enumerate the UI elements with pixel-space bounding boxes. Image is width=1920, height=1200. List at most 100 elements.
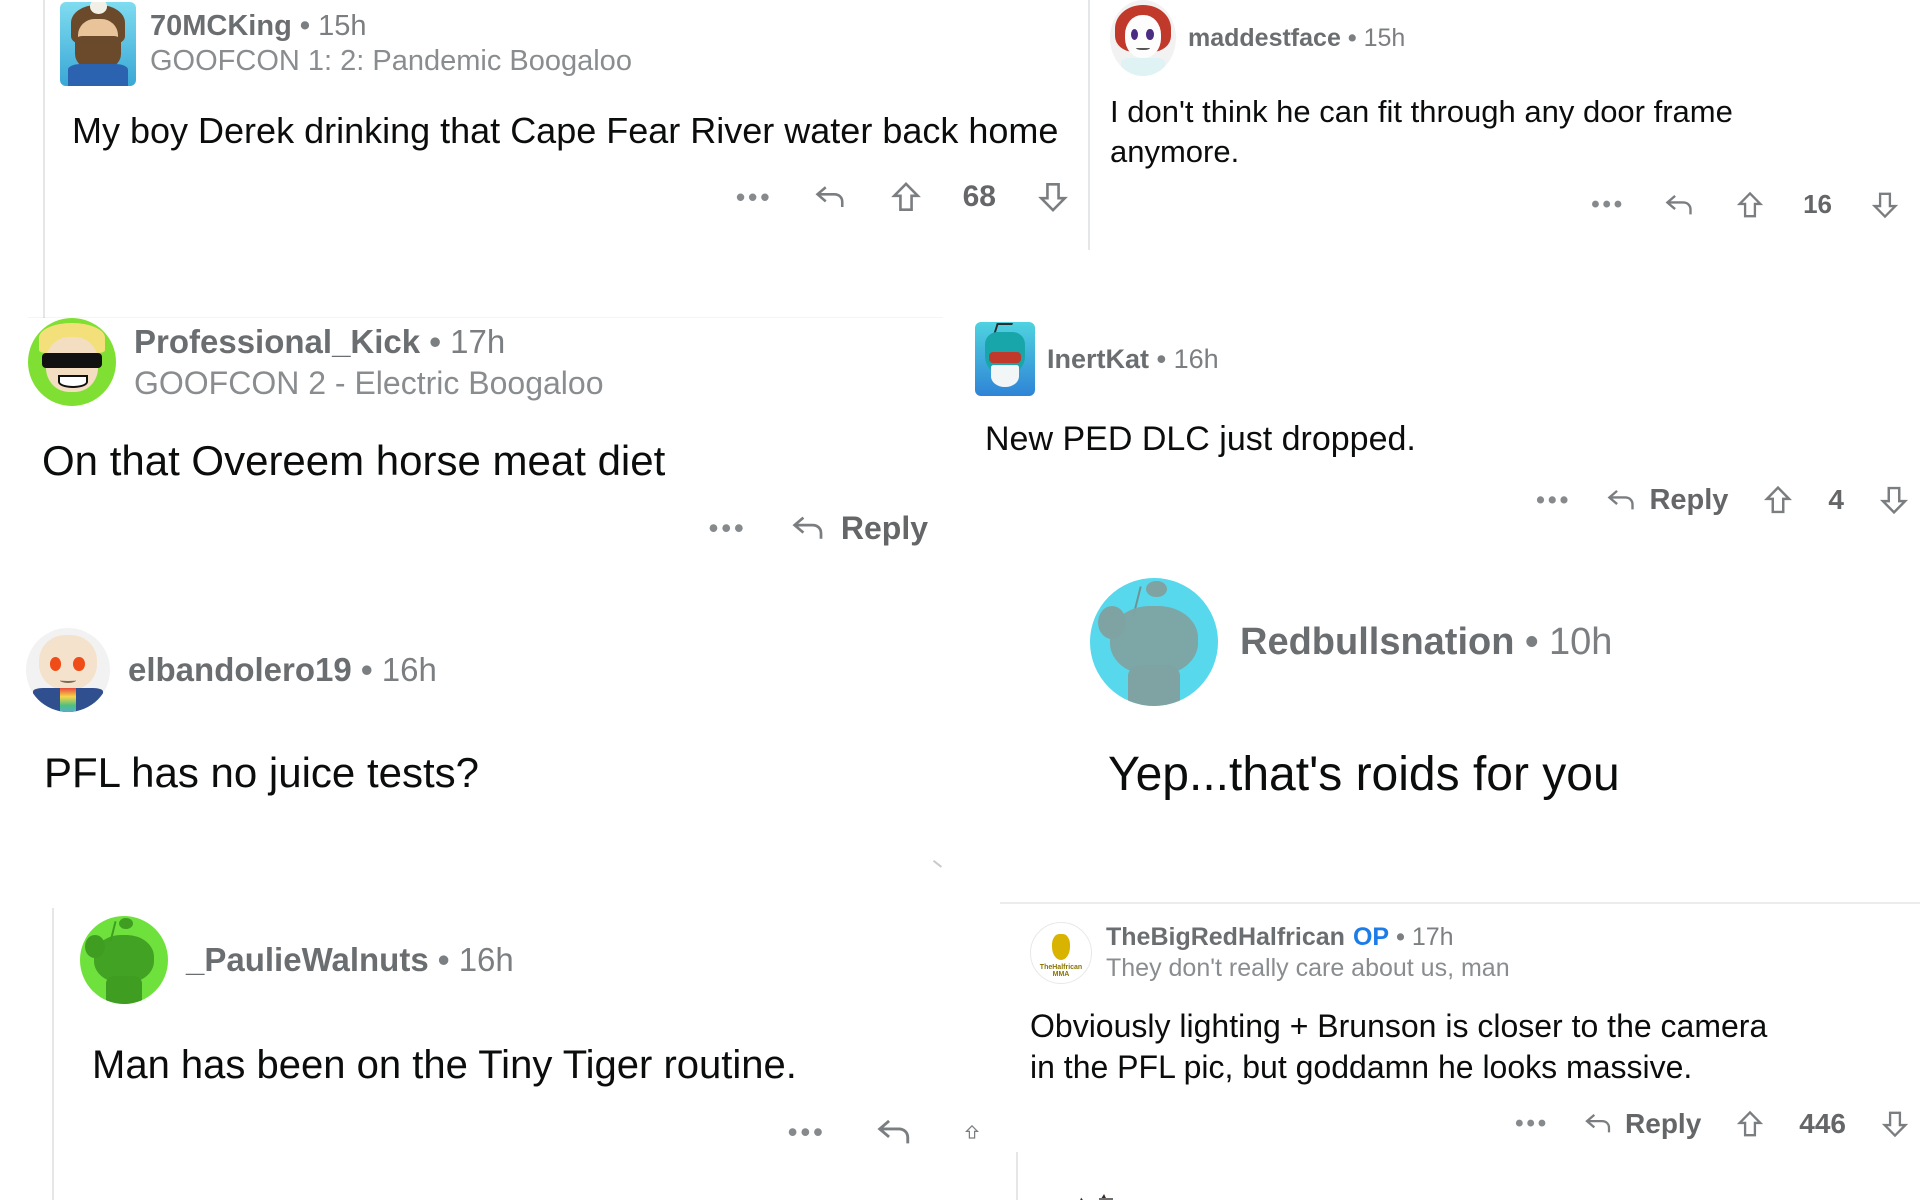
upvote-arrow-icon[interactable] bbox=[1735, 1109, 1765, 1139]
comment-body: Obviously lighting + Brunson is closer t… bbox=[1030, 1006, 1920, 1088]
upvote-arrow-icon[interactable] bbox=[964, 1115, 980, 1149]
comment-thebigredhalfrican[interactable]: TheHalfrican MMA TheBigRedHalfrican OP •… bbox=[1030, 922, 1920, 1182]
meta-bullet: • bbox=[1525, 620, 1539, 663]
comment-author[interactable]: _PaulieWalnuts bbox=[186, 941, 429, 979]
comment-actions: ••• Reply 4 bbox=[975, 484, 1910, 517]
comment-header: _PaulieWalnuts • 16h bbox=[80, 916, 990, 1004]
reply-button[interactable]: Reply bbox=[1605, 484, 1728, 517]
comment-body: Man has been on the Tiny Tiger routine. bbox=[92, 1043, 797, 1087]
downvote-arrow-icon[interactable] bbox=[1880, 1109, 1910, 1139]
comment-age: 15h bbox=[318, 10, 367, 42]
thread-line-right-top bbox=[1088, 0, 1090, 250]
comment-author[interactable]: Redbullsnation bbox=[1240, 621, 1514, 664]
comment-author[interactable]: maddestface bbox=[1188, 24, 1341, 53]
comment-age: 16h bbox=[458, 941, 514, 978]
reply-arrow-icon[interactable] bbox=[1663, 191, 1697, 219]
downvote-arrow-icon[interactable] bbox=[1036, 180, 1070, 214]
thread-line-paulie bbox=[52, 908, 54, 1200]
meta-bullet: • bbox=[360, 651, 373, 688]
upvote-arrow-icon[interactable] bbox=[889, 180, 923, 214]
meta-bullet: • bbox=[299, 10, 311, 42]
downvote-arrow-icon[interactable] bbox=[1878, 484, 1910, 516]
reply-arrow-icon[interactable] bbox=[813, 182, 849, 212]
inertkat-avatar[interactable] bbox=[975, 322, 1035, 396]
comment-70mcking[interactable]: 70MCKing • 15h GOOFCON 1: 2: Pandemic Bo… bbox=[60, 0, 1090, 300]
comment-author[interactable]: InertKat bbox=[1047, 344, 1149, 375]
redbullsnation-avatar[interactable] bbox=[1090, 578, 1218, 706]
comment-actions: ••• bbox=[80, 1115, 980, 1149]
comment-body: My boy Derek drinking that Cape Fear Riv… bbox=[72, 110, 1059, 151]
comment-header: Redbullsnation • 10h bbox=[1090, 578, 1920, 706]
comment-author[interactable]: 70MCKing bbox=[150, 10, 292, 43]
comment-actions: ••• Reply bbox=[28, 510, 928, 547]
upvote-arrow-icon[interactable] bbox=[1762, 484, 1794, 516]
comment-body: New PED DLC just dropped. bbox=[985, 420, 1416, 458]
elbandolero19-avatar[interactable] bbox=[26, 628, 110, 712]
70mcking-avatar[interactable] bbox=[60, 2, 136, 86]
more-options-icon[interactable]: ••• bbox=[1515, 1110, 1549, 1138]
comment-author[interactable]: Professional_Kick bbox=[134, 323, 420, 361]
thread-line-right-bottom bbox=[1016, 1152, 1018, 1200]
more-options-icon[interactable]: ••• bbox=[736, 182, 773, 213]
comment-header: 70MCKing • 15h GOOFCON 1: 2: Pandemic Bo… bbox=[60, 0, 1090, 86]
reply-arrow-icon bbox=[1608, 490, 1635, 510]
comment-body: On that Overeem horse meat diet bbox=[42, 437, 666, 484]
reply-label: Reply bbox=[1625, 1107, 1702, 1139]
comment-age: 16h bbox=[1173, 343, 1219, 374]
professional-kick-avatar[interactable] bbox=[28, 318, 116, 406]
reply-button[interactable]: Reply bbox=[789, 510, 928, 547]
meta-bullet: • bbox=[1396, 923, 1405, 951]
avatar-label-line2: MMA bbox=[1052, 970, 1070, 978]
reply-button[interactable]: Reply bbox=[1583, 1108, 1701, 1140]
reply-label: Reply bbox=[840, 509, 928, 546]
meta-bullet: • bbox=[429, 322, 441, 360]
comment-pauliewalnuts[interactable]: _PaulieWalnuts • 16h Man has been on the… bbox=[80, 916, 990, 1200]
pauliewalnuts-avatar[interactable] bbox=[80, 916, 168, 1004]
comment-body-line-1: Obviously lighting + Brunson is closer t… bbox=[1030, 1008, 1768, 1044]
comment-body-line-2: in the PFL pic, but goddamn he looks mas… bbox=[1030, 1048, 1693, 1085]
comment-age: 17h bbox=[450, 322, 506, 360]
reply-arrow-icon bbox=[1585, 1114, 1611, 1133]
meta-bullet: • bbox=[1156, 343, 1167, 374]
thebigredhalfrican-avatar[interactable]: TheHalfrican MMA bbox=[1030, 922, 1092, 984]
comment-header: elbandolero19 • 16h bbox=[26, 628, 966, 712]
reply-label: Reply bbox=[1649, 483, 1729, 516]
comment-flair: GOOFCON 1: 2: Pandemic Boogaloo bbox=[150, 45, 632, 77]
comment-age: 15h bbox=[1363, 23, 1406, 52]
comment-score: 446 bbox=[1799, 1107, 1846, 1139]
maddestface-avatar[interactable] bbox=[1110, 0, 1176, 76]
comment-actions: ••• 68 bbox=[60, 180, 1070, 214]
comment-divider bbox=[1000, 902, 1920, 904]
comment-age: 16h bbox=[381, 651, 437, 688]
more-options-icon[interactable]: ••• bbox=[1536, 486, 1571, 515]
comment-age: 10h bbox=[1549, 620, 1613, 663]
comment-maddestface[interactable]: maddestface • 15h I don't think he can f… bbox=[1110, 0, 1920, 250]
more-options-icon[interactable]: ••• bbox=[1591, 191, 1625, 219]
screenshot-root: 70MCKing • 15h GOOFCON 1: 2: Pandemic Bo… bbox=[0, 0, 1920, 1200]
comment-professional-kick[interactable]: Professional_Kick • 17h GOOFCON 2 - Elec… bbox=[28, 318, 943, 608]
comment-flair: They don't really care about us, man bbox=[1106, 954, 1510, 982]
comment-elbandolero19[interactable]: elbandolero19 • 16h PFL has no juice tes… bbox=[26, 628, 966, 858]
upvote-arrow-icon[interactable] bbox=[1735, 190, 1765, 220]
reply-arrow-icon[interactable] bbox=[874, 1115, 916, 1149]
comment-score: 4 bbox=[1828, 484, 1844, 516]
comment-actions: ••• 16 bbox=[1110, 189, 1900, 220]
comment-header: InertKat • 16h bbox=[975, 322, 1920, 396]
op-badge: OP bbox=[1352, 923, 1390, 951]
comment-actions: ••• Reply 446 bbox=[1030, 1108, 1910, 1140]
comment-header: TheHalfrican MMA TheBigRedHalfrican OP •… bbox=[1030, 922, 1920, 984]
comment-author[interactable]: TheBigRedHalfrican bbox=[1106, 923, 1345, 952]
downvote-arrow-icon[interactable] bbox=[1870, 190, 1900, 220]
reply-arrow-icon bbox=[792, 516, 823, 539]
more-options-icon[interactable]: ••• bbox=[788, 1117, 826, 1148]
comment-score: 68 bbox=[962, 180, 996, 214]
comment-inertkat[interactable]: InertKat • 16h New PED DLC just dropped.… bbox=[975, 322, 1920, 552]
comment-age: 17h bbox=[1411, 923, 1454, 951]
thread-line-left-top bbox=[43, 0, 45, 318]
avatar-label-line1: TheHalfrican bbox=[1039, 963, 1083, 971]
comment-redbullsnation[interactable]: Redbullsnation • 10h Yep...that's roids … bbox=[1090, 578, 1920, 838]
comment-header: maddestface • 15h bbox=[1110, 0, 1920, 76]
meta-bullet: • bbox=[437, 941, 450, 978]
more-options-icon[interactable]: ••• bbox=[709, 513, 747, 544]
comment-author[interactable]: elbandolero19 bbox=[128, 651, 352, 689]
